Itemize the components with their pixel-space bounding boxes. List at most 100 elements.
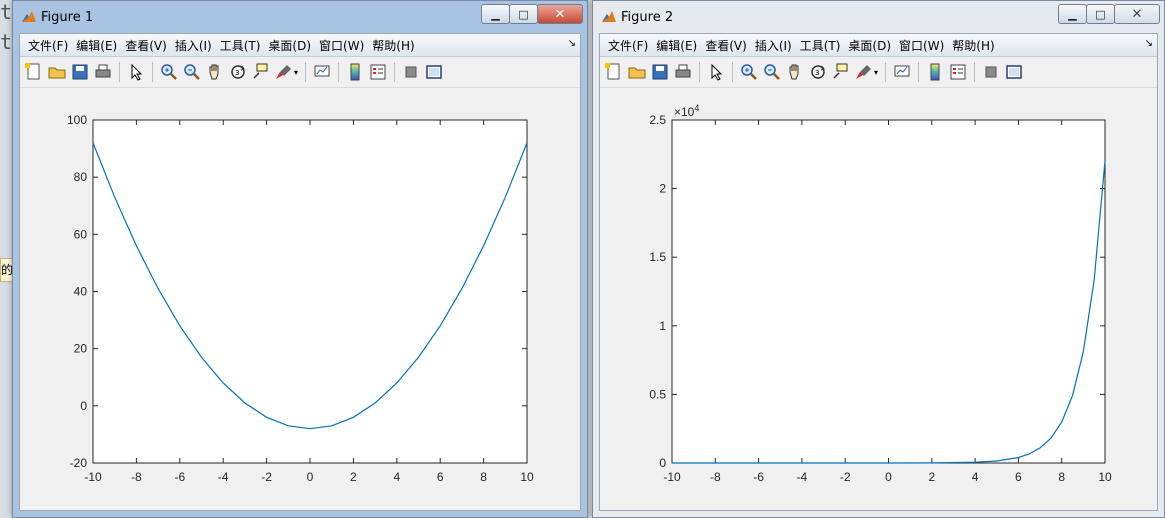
y-tick-label: 1: [659, 319, 666, 333]
menu-tools[interactable]: 工具(T): [800, 37, 849, 54]
close-button[interactable]: ✕: [1114, 4, 1160, 24]
y-tick-label: 80: [74, 170, 88, 184]
rotate-3d-icon[interactable]: 3: [228, 62, 248, 82]
link-plot-icon[interactable]: [892, 62, 912, 82]
pan-hand-icon[interactable]: [785, 62, 805, 82]
x-tick-label: 2: [350, 470, 357, 484]
minimize-button[interactable]: ▁: [1058, 4, 1087, 24]
zoom-out-icon[interactable]: [762, 62, 782, 82]
menu-overflow-icon[interactable]: ↘: [1145, 38, 1153, 49]
menu-tools[interactable]: 工具(T): [220, 37, 269, 54]
brush-icon[interactable]: [274, 62, 294, 82]
axes-box: [92, 119, 528, 464]
toolbar-separator: [152, 62, 153, 82]
menu-view[interactable]: 查看(V): [705, 37, 755, 54]
x-tick-label: 10: [520, 470, 534, 484]
hide-plot-tools-icon[interactable]: [401, 62, 421, 82]
toolbar-separator: [305, 62, 307, 82]
menu-view[interactable]: 查看(V): [125, 37, 175, 54]
y-tick-label: 20: [74, 342, 88, 356]
menu-overflow-icon[interactable]: ↘: [568, 38, 576, 49]
data-cursor-icon[interactable]: [831, 62, 851, 82]
x-tick-label: -4: [218, 470, 229, 484]
link-plot-icon[interactable]: [312, 62, 332, 82]
pointer-icon[interactable]: [126, 62, 146, 82]
figure-window[interactable]: Figure 1 ▁ □ ✕ 文件(F) 编辑(E) 查看(V) 插入(I) 工…: [12, 0, 588, 518]
zoom-in-icon[interactable]: [739, 62, 759, 82]
menu-desktop[interactable]: 桌面(D): [268, 37, 319, 54]
minimize-button[interactable]: ▁: [481, 4, 510, 24]
menu-help[interactable]: 帮助(H): [952, 37, 1002, 54]
y-tick-label: -20: [70, 456, 88, 470]
svg-text:3: 3: [235, 69, 239, 77]
print-icon[interactable]: [93, 62, 113, 82]
menu-file[interactable]: 文件(F): [28, 37, 76, 54]
x-tick-label: -6: [174, 470, 185, 484]
menu-help[interactable]: 帮助(H): [372, 37, 422, 54]
brush-dropdown-icon[interactable]: ▾: [874, 68, 878, 77]
colorbar-icon[interactable]: [925, 62, 945, 82]
plot-area[interactable]: -10 -8 -6 -4 -2 0 2 4 6 8 10-20020406080100: [20, 88, 580, 516]
x-tick-label: 8: [1058, 470, 1065, 484]
svg-text:3: 3: [815, 69, 819, 77]
show-plot-tools-icon[interactable]: [424, 62, 444, 82]
figure-client: 文件(F) 编辑(E) 查看(V) 插入(I) 工具(T) 桌面(D) 窗口(W…: [599, 33, 1158, 511]
menu-window[interactable]: 窗口(W): [899, 37, 952, 54]
title-bar[interactable]: Figure 2 ▁ □ ✕: [593, 1, 1164, 33]
x-tick-label: 10: [1098, 470, 1112, 484]
menu-insert[interactable]: 插入(I): [755, 37, 800, 54]
y-tick-label: 2.5: [649, 113, 666, 127]
zoom-in-icon[interactable]: [159, 62, 179, 82]
menu-edit[interactable]: 编辑(E): [656, 37, 705, 54]
y-tick-label: 0: [80, 399, 87, 413]
x-tick-label: -2: [261, 470, 272, 484]
open-file-icon[interactable]: [627, 62, 647, 82]
matlab-logo-icon: [602, 11, 616, 22]
toolbar-separator: [918, 62, 920, 82]
x-tick-label: -8: [131, 470, 142, 484]
maximize-button[interactable]: □: [1086, 4, 1115, 24]
x-tick-label: -2: [840, 470, 851, 484]
brush-icon[interactable]: [854, 62, 874, 82]
rotate-3d-icon[interactable]: 3: [808, 62, 828, 82]
menu-desktop[interactable]: 桌面(D): [848, 37, 899, 54]
toolbar-separator: [699, 62, 700, 82]
pan-hand-icon[interactable]: [205, 62, 225, 82]
save-icon[interactable]: [650, 62, 670, 82]
window-title: Figure 1: [41, 10, 94, 25]
new-figure-icon[interactable]: [604, 62, 624, 82]
plot-area[interactable]: -10 -8 -6 -4 -2 0 2 4 6 8 10 0 0.5 1 1.5 2 2.5 ×104: [600, 88, 1157, 516]
pointer-icon[interactable]: [706, 62, 726, 82]
menu-file[interactable]: 文件(F): [608, 37, 656, 54]
menu-window[interactable]: 窗口(W): [319, 37, 372, 54]
brush-dropdown-icon[interactable]: ▾: [294, 68, 298, 77]
toolbar-separator: [394, 62, 396, 82]
print-icon[interactable]: [673, 62, 693, 82]
legend-icon[interactable]: [948, 62, 968, 82]
hide-plot-tools-icon[interactable]: [981, 62, 1001, 82]
menu-edit[interactable]: 编辑(E): [76, 37, 125, 54]
x-tick-label: 2: [928, 470, 935, 484]
open-file-icon[interactable]: [47, 62, 67, 82]
save-icon[interactable]: [70, 62, 90, 82]
y-tick-label: 2: [659, 182, 666, 196]
figure-client: 文件(F) 编辑(E) 查看(V) 插入(I) 工具(T) 桌面(D) 窗口(W…: [19, 33, 581, 511]
menu-insert[interactable]: 插入(I): [175, 37, 220, 54]
toolbar-separator: [338, 62, 340, 82]
y-tick-label: 1.5: [649, 250, 666, 264]
figure-toolbar: 3 ▾: [20, 57, 580, 88]
toolbar-separator: [974, 62, 976, 82]
maximize-button[interactable]: □: [509, 4, 538, 24]
figure-window[interactable]: Figure 2 ▁ □ ✕ 文件(F) 编辑(E) 查看(V) 插入(I) 工…: [592, 0, 1165, 518]
close-button[interactable]: ✕: [537, 4, 583, 24]
figure-toolbar: 3 ▾: [600, 57, 1157, 88]
legend-icon[interactable]: [368, 62, 388, 82]
new-figure-icon[interactable]: [24, 62, 44, 82]
colorbar-icon[interactable]: [345, 62, 365, 82]
y-tick-label: 0: [659, 456, 666, 470]
y-tick-label: 40: [74, 285, 88, 299]
zoom-out-icon[interactable]: [182, 62, 202, 82]
show-plot-tools-icon[interactable]: [1004, 62, 1024, 82]
data-cursor-icon[interactable]: [251, 62, 271, 82]
title-bar[interactable]: Figure 1 ▁ □ ✕: [13, 1, 587, 33]
